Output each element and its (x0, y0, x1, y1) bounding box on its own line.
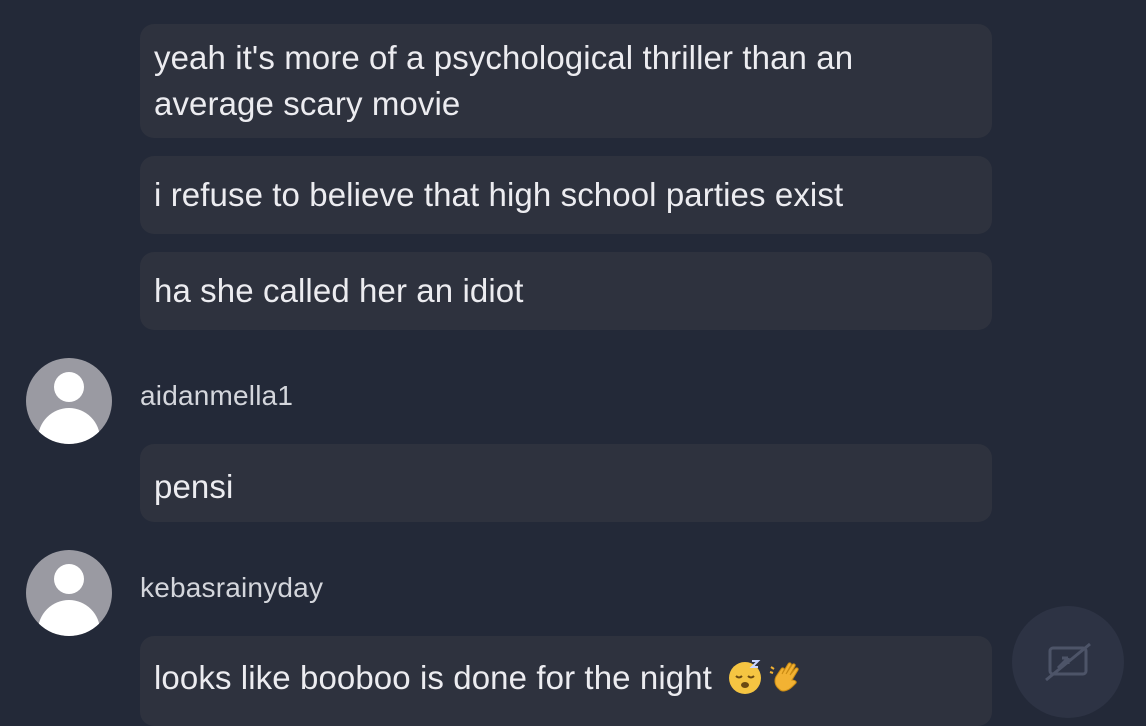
message-text: looks like booboo is done for the night (154, 659, 712, 696)
message-bubble: ha she called her an idiot (140, 252, 992, 330)
avatar[interactable] (26, 550, 112, 636)
waving-hand-icon (769, 659, 805, 695)
screen-share-off-icon (1045, 642, 1091, 682)
message-text: pensi (154, 468, 234, 505)
message-text: yeah it's more of a psychological thrill… (154, 39, 854, 122)
avatar-body (38, 408, 100, 444)
message-text: ha she called her an idiot (154, 272, 524, 309)
username[interactable]: kebasrainyday (140, 572, 323, 604)
message-bubble: pensi (140, 444, 992, 522)
avatar-head (54, 372, 84, 402)
screen-share-off-button[interactable] (1012, 606, 1124, 718)
message-bubble: yeah it's more of a psychological thrill… (140, 24, 992, 138)
avatar-head (54, 564, 84, 594)
chat-feed: yeah it's more of a psychological thrill… (0, 0, 1146, 726)
avatar-body (38, 600, 100, 636)
username[interactable]: aidanmella1 (140, 380, 293, 412)
sleeping-face-icon (727, 659, 763, 695)
message-text: i refuse to believe that high school par… (154, 176, 844, 213)
message-bubble: i refuse to believe that high school par… (140, 156, 992, 234)
message-bubble: looks like booboo is done for the night (140, 636, 992, 726)
avatar[interactable] (26, 358, 112, 444)
